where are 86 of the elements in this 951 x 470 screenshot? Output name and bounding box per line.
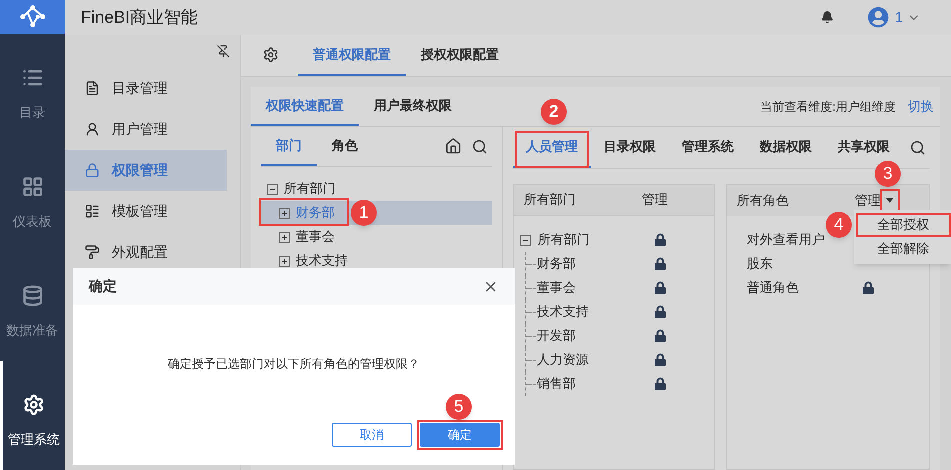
tree-row[interactable]: 技术支持	[261, 249, 492, 273]
caret-icon[interactable]	[886, 198, 894, 203]
paint-roller-icon	[85, 245, 100, 260]
tree-connector	[525, 252, 537, 276]
avatar-icon[interactable]	[868, 7, 890, 28]
layout-icon	[85, 204, 100, 219]
unpin-icon[interactable]	[217, 45, 230, 58]
collapse-icon[interactable]	[520, 234, 531, 246]
settings-icon[interactable]	[263, 47, 279, 63]
tree-row[interactable]: 董事会	[261, 225, 492, 249]
menu-item[interactable]: 用户管理	[65, 109, 227, 150]
dropdown-item[interactable]: 全部授权	[856, 213, 951, 237]
step-number-badge: 2	[541, 99, 567, 125]
bell-icon[interactable]	[821, 11, 834, 24]
menu-item[interactable]: 目录管理	[65, 68, 227, 109]
department-label: 所有部门	[538, 231, 591, 250]
tree-connector	[525, 372, 537, 396]
tree-node-label: 董事会	[296, 228, 335, 246]
user-icon	[85, 122, 100, 137]
department-label: 开发部	[537, 327, 577, 346]
expand-icon[interactable]	[279, 208, 290, 218]
department-label: 技术支持	[537, 303, 590, 322]
column-header: 管理	[642, 191, 668, 210]
department-label: 人力资源	[537, 351, 590, 370]
permission-tab[interactable]: 目录权限	[591, 127, 669, 168]
nav-label: 管理系统	[8, 431, 60, 450]
tree-node-label: 财务部	[296, 204, 335, 222]
department-label: 销售部	[537, 375, 577, 394]
sub-tab[interactable]: 用户最终权限	[359, 87, 467, 126]
lock-icon	[655, 329, 666, 343]
lock-icon	[655, 281, 666, 295]
search-icon[interactable]	[472, 138, 488, 154]
settings-icon	[23, 394, 45, 416]
department-label[interactable]: 所有部门	[284, 179, 336, 199]
column-header: 所有部门	[524, 191, 577, 210]
permission-tab[interactable]: 数据权限	[747, 127, 825, 168]
user-count: 1	[895, 8, 903, 27]
role-name: 对外查看用户	[747, 231, 826, 250]
permission-tab[interactable]: 管理系统	[669, 127, 747, 168]
column-header: 所有角色	[737, 192, 790, 210]
nav-item[interactable]: 目录	[0, 34, 65, 144]
nav-label: 数据准备	[6, 322, 58, 340]
nav-label: 目录	[20, 104, 46, 122]
nav-item[interactable]: 仪表板	[0, 143, 65, 252]
dialog-title: 确定	[89, 277, 117, 296]
department-label: 董事会	[537, 279, 577, 298]
search-icon[interactable]	[910, 140, 926, 156]
collapse-icon[interactable]	[267, 184, 278, 194]
left-tab[interactable]: 角色	[317, 127, 373, 166]
department-label: 财务部	[537, 255, 577, 274]
tree-connector	[525, 324, 537, 348]
nav-item[interactable]: 数据准备	[0, 252, 65, 362]
tree-row[interactable]: 财务部 1	[261, 201, 492, 225]
expand-icon[interactable]	[279, 256, 290, 266]
lock-icon	[655, 257, 666, 271]
top-tab[interactable]: 授权权限配置	[406, 35, 514, 76]
tree-connector	[525, 348, 537, 372]
step-number-badge: 1	[351, 200, 377, 226]
document-icon	[85, 81, 100, 96]
role-name: 普通角色	[747, 279, 800, 298]
app-title: FineBI商业智能	[81, 6, 198, 29]
grid-icon	[22, 176, 44, 198]
top-tab[interactable]: 普通权限配置	[298, 35, 406, 76]
tree-connector	[525, 300, 537, 324]
nav-label: 仪表板	[13, 213, 52, 232]
dialog-message: 确定授予已选部门对以下所有角色的管理权限？	[168, 356, 420, 373]
tree-connector	[525, 276, 537, 300]
role-name: 股东	[747, 255, 774, 274]
lock-icon	[85, 163, 100, 178]
logo-icon	[20, 5, 46, 30]
cancel-button[interactable]: 取消	[332, 423, 412, 447]
lock-icon	[655, 353, 666, 367]
lock-icon	[655, 377, 666, 391]
database-icon	[22, 285, 44, 308]
step-number-badge: 3	[875, 160, 901, 186]
step-number-badge: 5	[446, 394, 472, 420]
menu-item[interactable]: 外观配置	[65, 232, 227, 273]
expand-icon[interactable]	[279, 232, 290, 242]
dropdown-item[interactable]: 全部解除	[856, 237, 951, 261]
lock-icon	[863, 281, 874, 295]
lock-icon	[655, 233, 666, 247]
column-header: 管理	[855, 192, 881, 210]
dimension-label: 当前查看维度:用户组维度	[760, 98, 896, 116]
menu-item[interactable]: 模板管理	[65, 191, 227, 232]
lock-icon	[655, 305, 666, 319]
tree-node-label: 技术支持	[296, 252, 348, 270]
